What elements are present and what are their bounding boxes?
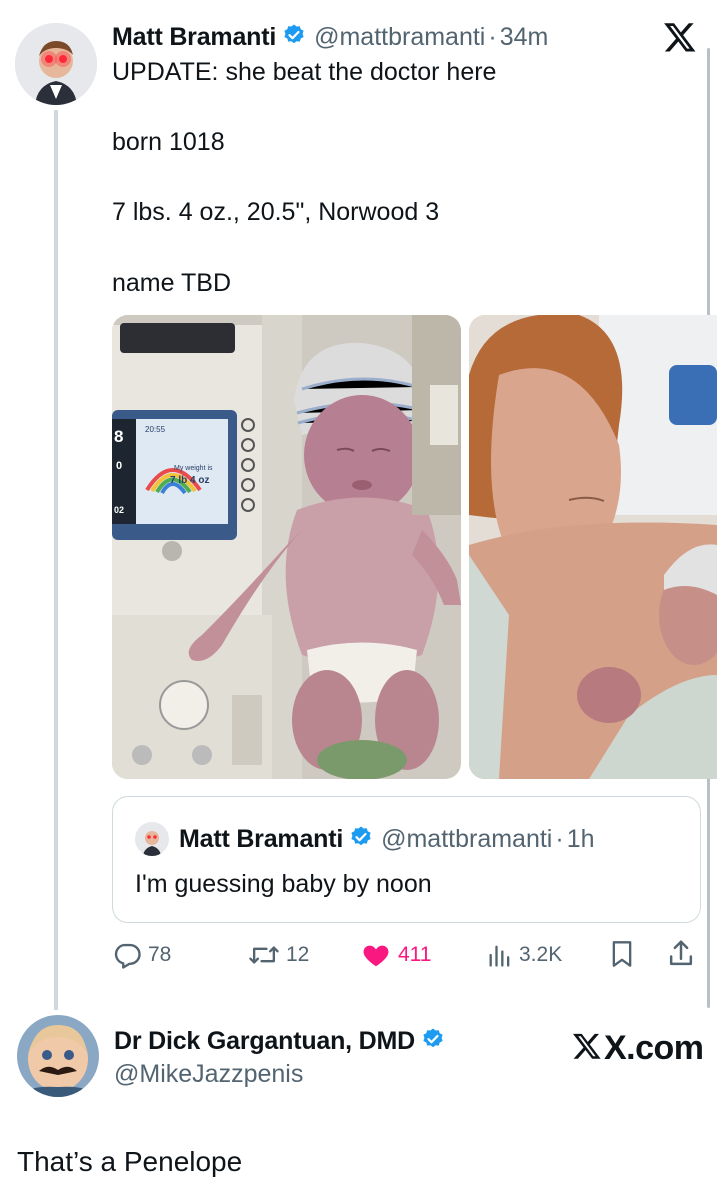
author-handle[interactable]: @mattbramanti xyxy=(314,23,485,52)
retweet-count: 12 xyxy=(286,943,310,966)
tweet-text-line-3: 7 lbs. 4 oz., 20.5", Norwood 3 xyxy=(112,198,440,226)
reply-count: 78 xyxy=(148,943,172,966)
avatar-quoted-author[interactable] xyxy=(135,822,169,856)
quoted-timestamp: 1h xyxy=(566,824,595,853)
media-photo-left[interactable]: 8 20:55 My weight is 7 lb 4 oz 0 02 xyxy=(112,315,461,779)
header-separator: · xyxy=(488,22,497,51)
share-icon xyxy=(666,940,696,974)
heart-filled-icon xyxy=(360,940,392,970)
bookmark-icon xyxy=(608,941,636,974)
xcom-watermark: X.com xyxy=(572,1028,704,1068)
scale-screen-time: 20:55 xyxy=(145,425,166,434)
author-name[interactable]: Matt Bramanti xyxy=(112,23,276,52)
reply-tweet-header: Dr Dick Gargantuan, DMD xyxy=(114,1024,445,1058)
mother-holding-baby-photo xyxy=(469,315,717,779)
share-button[interactable] xyxy=(666,938,696,972)
main-tweet-header: Matt Bramanti @mattbramanti · 34m xyxy=(112,20,548,54)
quoted-separator: · xyxy=(555,824,564,853)
reply-icon xyxy=(112,940,142,970)
reply-author-handle[interactable]: @MikeJazzpenis xyxy=(114,1060,303,1090)
avatar-main-author[interactable] xyxy=(15,23,97,105)
tweet-text-line-1: UPDATE: she beat the doctor here xyxy=(112,58,497,86)
retweet-button[interactable]: 12 xyxy=(248,938,309,972)
thread-line xyxy=(54,110,58,1010)
tweet-text-line-2: born 1018 xyxy=(112,128,225,156)
reply-tweet-text: That’s a Penelope xyxy=(17,1146,243,1177)
tweet-timestamp[interactable]: 34m xyxy=(500,23,549,52)
quoted-tweet-header: Matt Bramanti @mattbramanti · 1h xyxy=(179,822,595,856)
views-count: 3.2K xyxy=(519,943,563,966)
quoted-verified-badge-icon xyxy=(349,825,373,854)
baby-on-scale-photo xyxy=(112,315,461,779)
x-logo-icon[interactable] xyxy=(663,20,697,54)
verified-badge-icon xyxy=(282,23,306,52)
avatar-reply-author[interactable] xyxy=(17,1015,99,1097)
like-count: 411 xyxy=(398,943,432,966)
scale-side-value-2: 02 xyxy=(114,505,125,515)
scale-screen-digit: 8 xyxy=(114,427,124,446)
x-watermark-logo-icon xyxy=(572,1031,602,1066)
scale-screen-weight-caption: My weight is xyxy=(174,465,213,472)
media-photo-right[interactable] xyxy=(469,315,717,779)
like-button[interactable]: 411 xyxy=(360,938,431,972)
reply-verified-badge-icon xyxy=(421,1027,445,1056)
retweet-icon xyxy=(248,940,280,970)
scale-side-value-1: 0 xyxy=(116,460,123,472)
tweet-text-line-4: name TBD xyxy=(112,269,232,297)
quoted-tweet-card[interactable]: Matt Bramanti @mattbramanti · 1h I'm gue… xyxy=(112,796,701,923)
analytics-bars-icon xyxy=(487,941,513,969)
views-button[interactable]: 3.2K xyxy=(487,938,562,972)
bookmark-button[interactable] xyxy=(608,938,638,972)
xcom-watermark-text: X.com xyxy=(604,1028,704,1067)
reply-author-name[interactable]: Dr Dick Gargantuan, DMD xyxy=(114,1027,415,1056)
quoted-author-name: Matt Bramanti xyxy=(179,824,344,853)
reply-button[interactable]: 78 xyxy=(112,938,171,972)
quoted-author-handle: @mattbramanti xyxy=(381,824,553,853)
quoted-tweet-text: I'm guessing baby by noon xyxy=(135,870,432,898)
scale-screen-weight-value: 7 lb 4 oz xyxy=(170,475,210,486)
